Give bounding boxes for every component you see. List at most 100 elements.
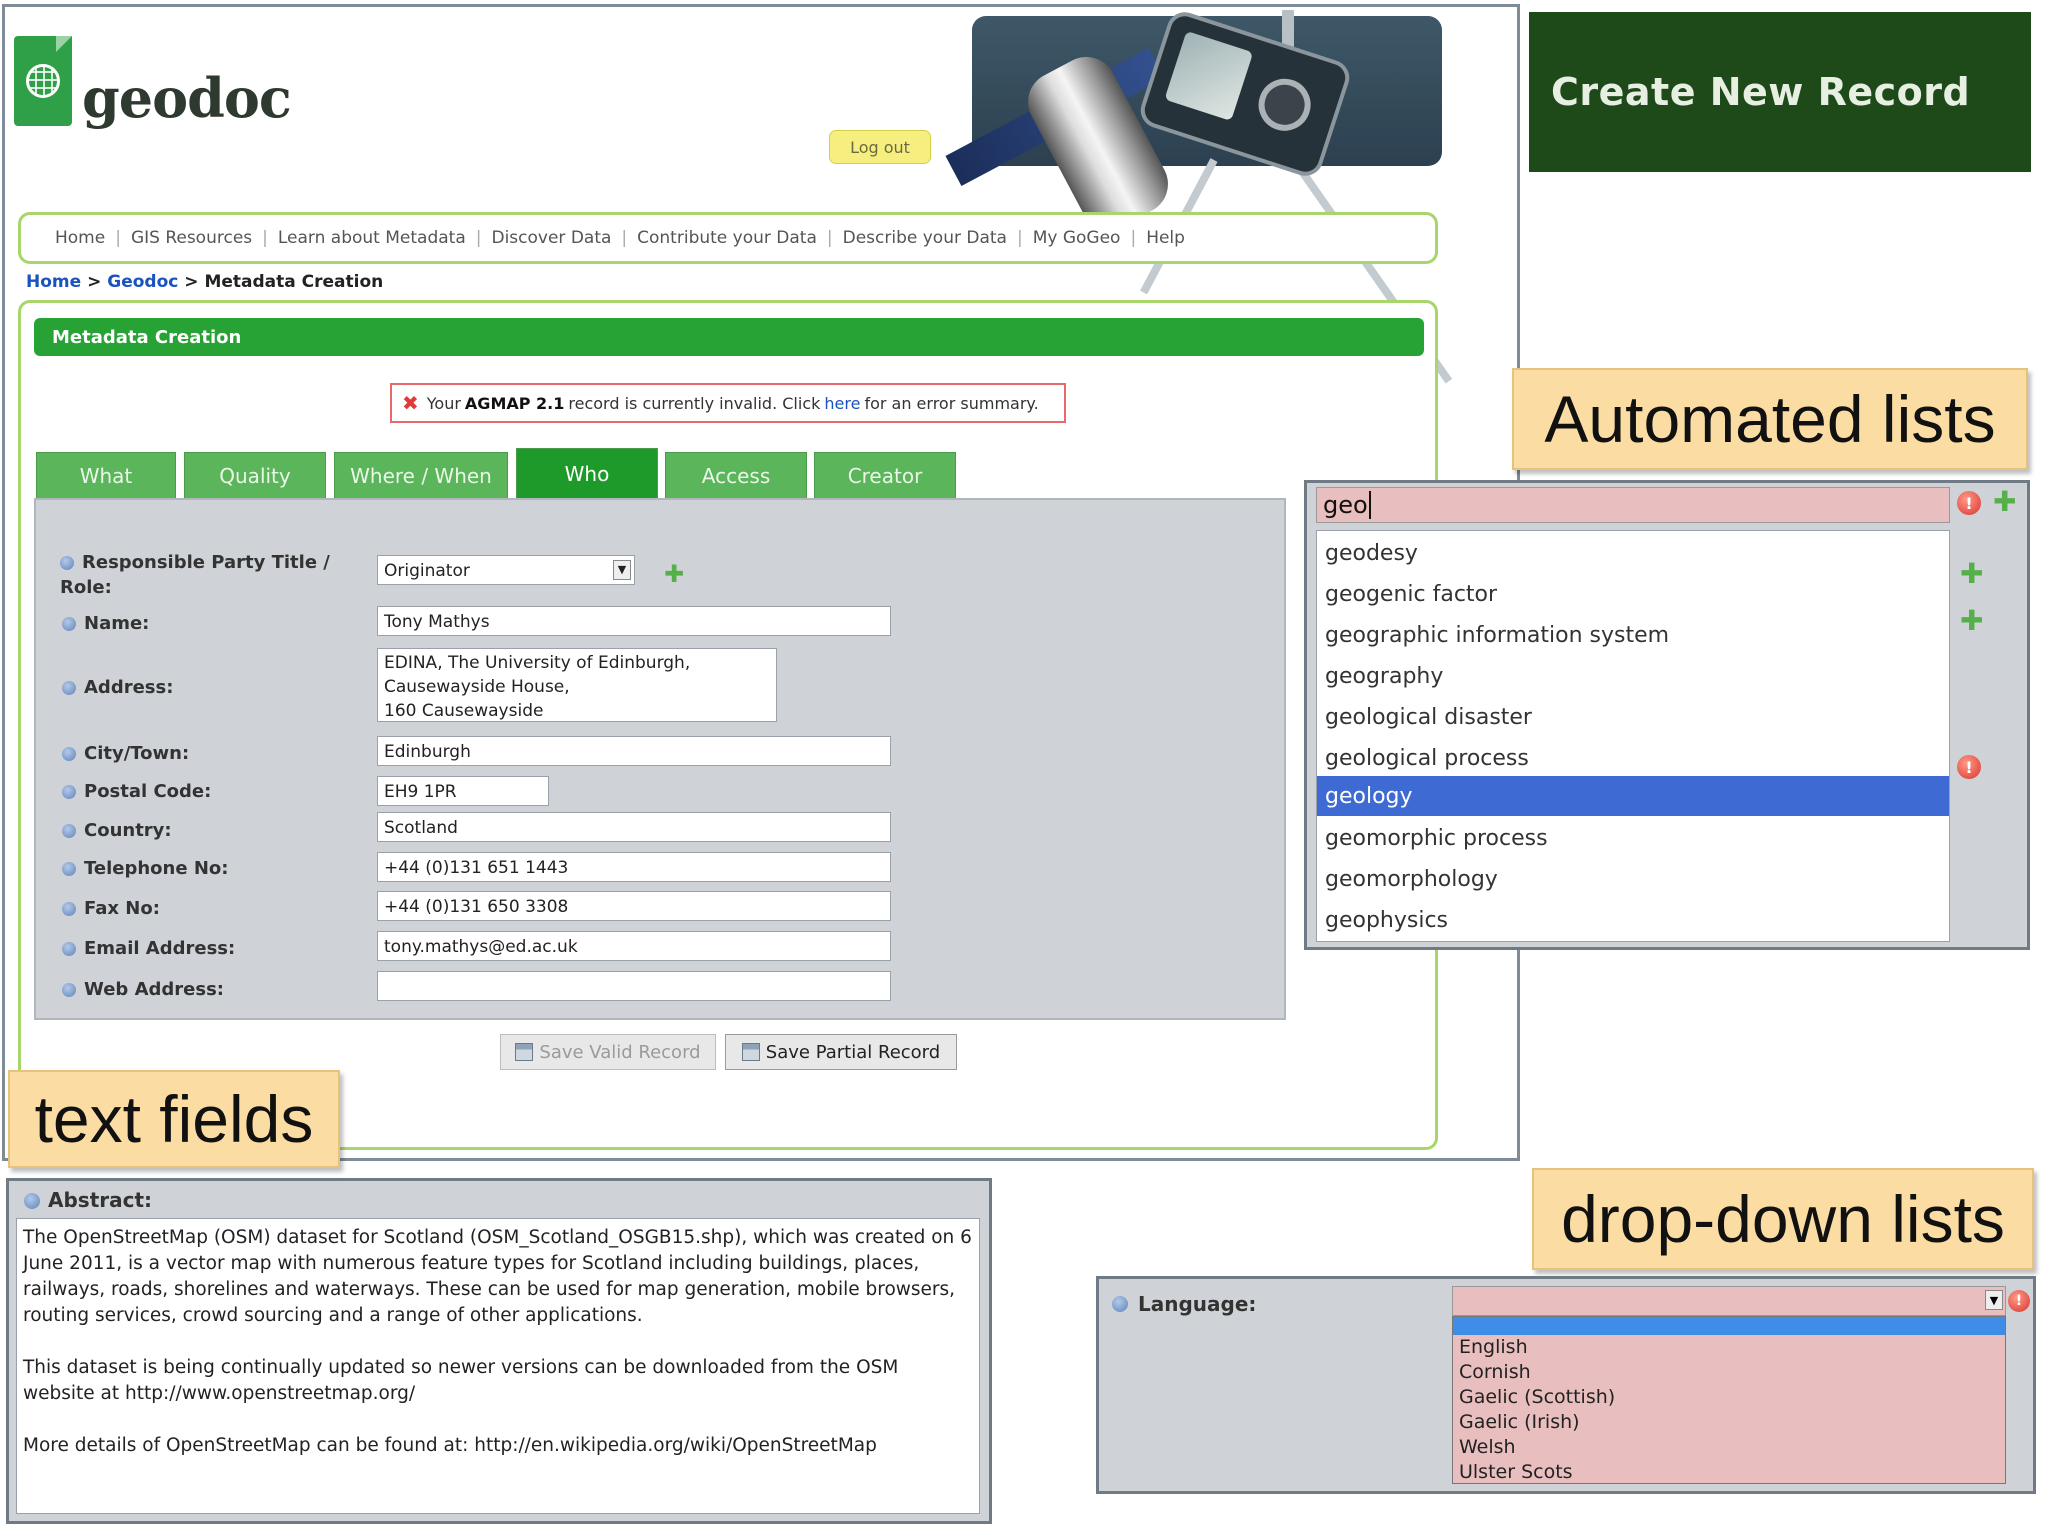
tab-quality[interactable]: Quality — [184, 452, 326, 500]
add-keyword-plus-icon[interactable]: ✚ — [1960, 607, 1983, 635]
list-item[interactable]: geomorphology — [1317, 859, 1949, 899]
warning-icon: ! — [1957, 755, 1981, 779]
abstract-label: Abstract: — [24, 1188, 152, 1212]
list-item[interactable]: geological process — [1317, 738, 1949, 778]
disk-icon — [741, 1043, 760, 1061]
abstract-textarea[interactable]: The OpenStreetMap (OSM) dataset for Scot… — [16, 1218, 980, 1514]
city-label: City/Town: — [62, 743, 189, 764]
nav-item-discover-data[interactable]: Discover Data — [481, 228, 621, 248]
error-banner: ✖ Your AGMAP 2.1 record is currently inv… — [390, 383, 1066, 423]
chevron-down-icon[interactable]: ▼ — [613, 560, 631, 580]
nav-item-home[interactable]: Home — [45, 228, 115, 248]
list-item[interactable]: geomorphic process — [1317, 818, 1949, 858]
tab-who[interactable]: Who — [516, 448, 658, 500]
nav-item-help[interactable]: Help — [1136, 228, 1195, 248]
list-item[interactable]: geogenic factor — [1317, 574, 1949, 614]
list-item[interactable]: Welsh — [1453, 1435, 2005, 1460]
callout-automated-lists: Automated lists — [1512, 368, 2028, 470]
add-role-plus-icon[interactable]: ✚ — [664, 560, 684, 588]
help-icon[interactable] — [62, 617, 76, 631]
help-icon[interactable] — [62, 942, 76, 956]
disk-icon — [515, 1043, 534, 1061]
geodoc-logo-text: geodoc — [82, 66, 292, 130]
save-valid-record-button[interactable]: Save Valid Record — [500, 1034, 716, 1070]
help-icon[interactable] — [62, 681, 76, 695]
breadcrumb-current: Metadata Creation — [204, 272, 384, 292]
language-options-list: English Cornish Gaelic (Scottish) Gaelic… — [1452, 1316, 2006, 1484]
callout-text-fields: text fields — [8, 1070, 340, 1168]
language-select[interactable]: ▼ — [1452, 1286, 2006, 1316]
list-item[interactable]: geography — [1317, 656, 1949, 696]
list-item[interactable]: Cornish — [1453, 1360, 2005, 1385]
list-item[interactable]: geophysics — [1317, 900, 1949, 940]
callout-drop-down-lists: drop-down lists — [1532, 1168, 2034, 1270]
tab-access[interactable]: Access — [665, 452, 807, 500]
list-item[interactable]: English — [1453, 1335, 2005, 1360]
help-icon[interactable] — [24, 1193, 40, 1209]
list-item-selected[interactable]: geology — [1317, 776, 1949, 816]
name-field[interactable]: Tony Mathys — [377, 606, 891, 636]
error-x-icon: ✖ — [402, 391, 419, 415]
nav-item-gis-resources[interactable]: GIS Resources — [121, 228, 262, 248]
highlighted-empty-option[interactable] — [1453, 1317, 2005, 1335]
telephone-field[interactable]: +44 (0)131 651 1443 — [377, 852, 891, 882]
tab-creator[interactable]: Creator — [814, 452, 956, 500]
help-icon[interactable] — [60, 556, 74, 570]
role-select[interactable]: Originator ▼ — [377, 555, 635, 585]
country-label: Country: — [62, 820, 172, 841]
help-icon[interactable] — [62, 747, 76, 761]
logout-button[interactable]: Log out — [829, 130, 931, 164]
breadcrumb-geodoc-link[interactable]: Geodoc — [107, 272, 178, 292]
breadcrumb-home-link[interactable]: Home — [26, 272, 81, 292]
address-field[interactable]: EDINA, The University of Edinburgh, Caus… — [377, 648, 777, 722]
telephone-label: Telephone No: — [62, 858, 228, 879]
list-item[interactable]: Gaelic (Scottish) — [1453, 1385, 2005, 1410]
warning-icon: ! — [1957, 491, 1981, 515]
top-navigation: Home | GIS Resources | Learn about Metadat… — [18, 212, 1438, 264]
list-item[interactable]: geographic information system — [1317, 615, 1949, 655]
add-keyword-plus-icon[interactable]: ✚ — [1993, 488, 2016, 516]
web-address-label: Web Address: — [62, 979, 224, 1000]
role-label: Responsible Party Title / Role: — [60, 552, 330, 598]
nav-item-my-gogeo[interactable]: My GoGeo — [1023, 228, 1131, 248]
help-icon[interactable] — [1112, 1296, 1128, 1312]
help-icon[interactable] — [62, 902, 76, 916]
postal-code-label: Postal Code: — [62, 781, 211, 802]
postal-code-field[interactable]: EH9 1PR — [377, 776, 549, 806]
nav-item-contribute-data[interactable]: Contribute your Data — [627, 228, 827, 248]
warning-icon: ! — [2008, 1290, 2030, 1312]
create-new-record-banner: Create New Record — [1529, 12, 2031, 172]
city-field[interactable]: Edinburgh — [377, 736, 891, 766]
text-cursor — [1368, 491, 1371, 519]
keyword-autocomplete-input[interactable]: geo — [1316, 487, 1950, 523]
geodoc-logo-icon — [14, 36, 72, 126]
help-icon[interactable] — [62, 983, 76, 997]
section-title: Metadata Creation — [34, 318, 1424, 356]
fax-field[interactable]: +44 (0)131 650 3308 — [377, 891, 891, 921]
help-icon[interactable] — [62, 862, 76, 876]
language-label: Language: — [1112, 1292, 1256, 1316]
autocomplete-dropdown: geodesy geogenic factor geographic infor… — [1316, 530, 1950, 942]
country-field[interactable]: Scotland — [377, 812, 891, 842]
email-field[interactable]: tony.mathys@ed.ac.uk — [377, 931, 891, 961]
save-partial-record-button[interactable]: Save Partial Record — [725, 1034, 957, 1070]
tab-what[interactable]: What — [36, 452, 176, 500]
nav-item-learn-metadata[interactable]: Learn about Metadata — [268, 228, 476, 248]
breadcrumb: Home > Geodoc > Metadata Creation — [26, 272, 384, 292]
email-label: Email Address: — [62, 938, 235, 959]
list-item[interactable]: Gaelic (Irish) — [1453, 1410, 2005, 1435]
address-label: Address: — [62, 677, 173, 698]
fax-label: Fax No: — [62, 898, 160, 919]
nav-item-describe-data[interactable]: Describe your Data — [833, 228, 1017, 248]
tab-where-when[interactable]: Where / When — [334, 452, 508, 500]
error-summary-link[interactable]: here — [824, 394, 860, 413]
chevron-down-icon[interactable]: ▼ — [1985, 1290, 2003, 1310]
list-item[interactable]: geodesy — [1317, 533, 1949, 573]
help-icon[interactable] — [62, 785, 76, 799]
help-icon[interactable] — [62, 824, 76, 838]
list-item[interactable]: Ulster Scots — [1453, 1460, 2005, 1485]
name-label: Name: — [62, 613, 149, 634]
list-item[interactable]: geological disaster — [1317, 697, 1949, 737]
web-address-field[interactable] — [377, 971, 891, 1001]
add-keyword-plus-icon[interactable]: ✚ — [1960, 560, 1983, 588]
